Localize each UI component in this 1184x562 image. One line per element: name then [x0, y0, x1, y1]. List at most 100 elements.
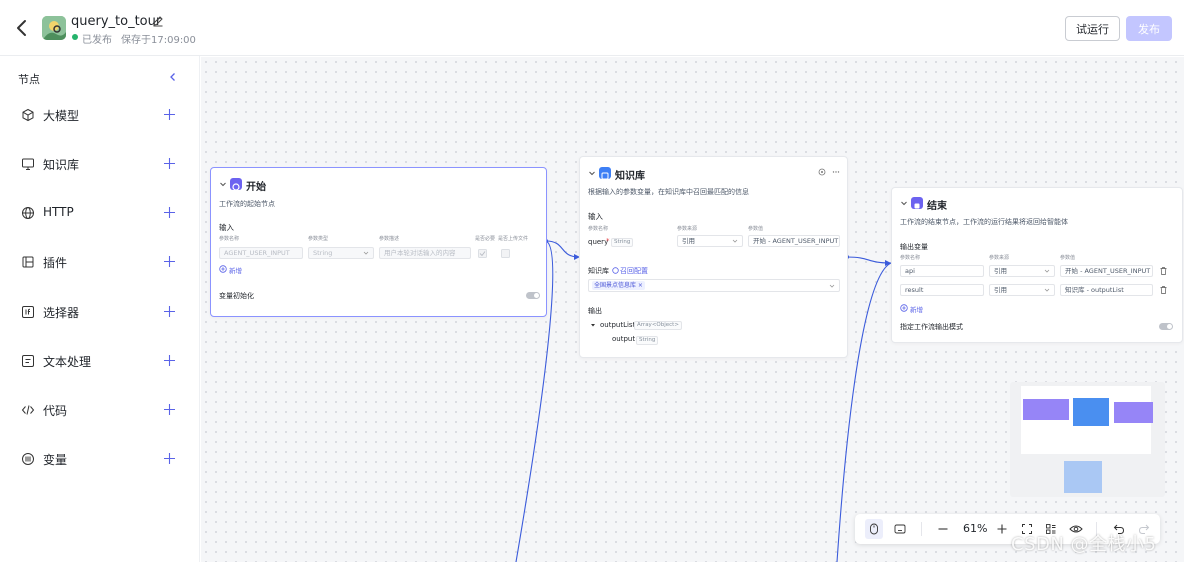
collapse-chevron-icon[interactable]	[167, 71, 179, 83]
kb-select[interactable]: 全国景点信息库 ×	[588, 279, 840, 292]
more-dots-icon[interactable]	[832, 168, 840, 176]
add-plus-icon[interactable]	[163, 255, 176, 268]
param-source-value: 引用	[682, 237, 695, 245]
add-plus-icon[interactable]	[163, 452, 176, 465]
cube-icon	[22, 108, 34, 122]
add-circle-icon[interactable]	[900, 304, 908, 312]
start-node-icon	[230, 178, 242, 191]
zoom-out-button[interactable]	[935, 521, 951, 537]
minus-icon	[938, 528, 948, 530]
mouse-mode-button[interactable]	[865, 519, 883, 539]
plugin-icon	[22, 256, 34, 268]
node-title: 结束	[927, 201, 947, 212]
chevron-down-icon[interactable]	[588, 169, 596, 177]
checkbox-upload-icon[interactable]	[501, 249, 510, 258]
add-circle-icon[interactable]	[219, 265, 227, 273]
edge-knowledge-to-end	[846, 256, 892, 264]
sidebar-item-http[interactable]: HTTP	[0, 198, 200, 228]
sidebar-item-label: 大模型	[43, 109, 80, 123]
sidebar-item-label: 插件	[43, 256, 68, 270]
col-param-value: 参数值	[1060, 255, 1076, 261]
globe-icon	[22, 207, 34, 219]
param-source-select[interactable]: 引用	[677, 235, 743, 247]
minimap-start-node	[1023, 399, 1069, 420]
param-type-select[interactable]: String	[308, 247, 374, 259]
add-plus-icon[interactable]	[163, 157, 176, 170]
top-header: query_to_tour 已发布 保存于17:09:00 试运行 发布	[0, 0, 1184, 56]
add-plus-icon[interactable]	[163, 403, 176, 416]
sidebar-item-plugin[interactable]: 插件	[0, 247, 200, 277]
col-param-value: 参数值	[748, 226, 764, 232]
chevron-down-icon	[829, 284, 835, 288]
chevron-down-icon[interactable]	[219, 180, 227, 188]
param-name-field[interactable]: AGENT_USER_INPUT	[219, 247, 303, 259]
sidebar-item-label: 文本处理	[43, 355, 92, 369]
var-init-label: 变量初始化	[219, 292, 254, 300]
minimap-offscreen-node	[1064, 461, 1102, 493]
publish-button[interactable]: 发布	[1126, 16, 1172, 41]
code-icon	[21, 405, 35, 415]
sidebar-item-label: 变量	[43, 453, 68, 467]
col-required: 是否必要	[475, 236, 496, 242]
output-value-field[interactable]: 知识库 - outputList	[1060, 284, 1153, 296]
add-plus-icon[interactable]	[163, 206, 176, 219]
minimap[interactable]	[1010, 382, 1165, 497]
recall-config-link[interactable]: 召回配置	[620, 266, 648, 276]
sidebar-item-knowledge[interactable]: 知识库	[0, 149, 200, 179]
chevron-down-icon	[363, 251, 369, 255]
add-plus-icon[interactable]	[163, 108, 176, 121]
workflow-canvas[interactable]: 开始 工作流的起始节点 输入 参数名称 参数类型 参数描述 是否必要 是否上传文…	[201, 57, 1184, 562]
output-name-field[interactable]: api	[900, 265, 984, 277]
zoom-in-button[interactable]	[994, 521, 1010, 537]
add-plus-icon[interactable]	[163, 354, 176, 367]
trackpad-mode-button[interactable]	[892, 521, 908, 537]
var-init-toggle[interactable]	[526, 292, 540, 299]
node-description: 工作流的起始节点	[219, 200, 275, 208]
add-plus-icon[interactable]	[163, 305, 176, 318]
back-arrow-icon[interactable]	[14, 18, 30, 38]
param-desc-field[interactable]: 用户本轮对话输入的内容	[379, 247, 471, 259]
input-section-label: 输入	[588, 212, 603, 221]
chevron-down-icon	[1044, 269, 1050, 273]
variable-icon	[22, 453, 34, 465]
knowledge-node-icon	[599, 167, 611, 180]
output-source-select[interactable]: 引用	[989, 284, 1055, 296]
trash-icon[interactable]	[1160, 267, 1167, 275]
sidebar-item-text[interactable]: 文本处理	[0, 346, 200, 376]
chevron-down-icon[interactable]	[900, 199, 908, 207]
add-output-link[interactable]: 新增	[910, 304, 923, 314]
output-source-select[interactable]: 引用	[989, 265, 1055, 277]
recall-config-icon[interactable]	[612, 267, 619, 274]
output-value-field[interactable]: 开始 - AGENT_USER_INPUT	[1060, 265, 1153, 277]
zoom-level: 61%	[963, 522, 988, 535]
end-node[interactable]: 结束 工作流的结束节点，工作流的运行结果将返回给智能体 输出变量 参数名称 参数…	[891, 187, 1183, 343]
add-param-link[interactable]: 新增	[229, 265, 242, 275]
settings-icon[interactable]	[818, 168, 826, 176]
sidebar-item-code[interactable]: 代码	[0, 395, 200, 425]
test-run-button[interactable]: 试运行	[1065, 16, 1120, 41]
col-param-source: 参数来源	[989, 255, 1010, 261]
start-node[interactable]: 开始 工作流的起始节点 输入 参数名称 参数类型 参数描述 是否必要 是否上传文…	[210, 167, 547, 317]
trash-icon[interactable]	[1160, 286, 1167, 294]
edit-pencil-icon[interactable]	[152, 15, 164, 27]
end-node-icon	[911, 197, 923, 209]
input-section-label: 输入	[219, 223, 234, 232]
checkbox-required-icon[interactable]	[478, 249, 487, 258]
chevron-down-icon	[732, 239, 738, 243]
stream-mode-label: 指定工作流输出模式	[900, 323, 963, 331]
sidebar-item-llm[interactable]: 大模型	[0, 100, 200, 130]
sidebar-item-variable[interactable]: 变量	[0, 444, 200, 474]
node-title: 开始	[246, 182, 266, 193]
stream-mode-toggle[interactable]	[1159, 323, 1173, 330]
sidebar-item-selector[interactable]: 选择器	[0, 297, 200, 327]
col-param-name: 参数名称	[219, 236, 240, 242]
output-name-field[interactable]: result	[900, 284, 984, 296]
output-item-type: String	[636, 336, 659, 345]
param-value-field[interactable]: 开始 - AGENT_USER_INPUT	[748, 235, 840, 247]
chevron-down-icon	[1044, 288, 1050, 292]
output-list-type: Array<Object>	[634, 321, 682, 330]
kb-tag-label: 全国景点信息库	[594, 282, 637, 289]
saved-time: 保存于17:09:00	[121, 35, 196, 46]
knowledge-node[interactable]: 知识库 根据输入的参数变量，在知识库中召回最匹配的信息 输入 参数名称 参数来源…	[579, 156, 848, 358]
caret-down-icon[interactable]	[590, 322, 596, 328]
